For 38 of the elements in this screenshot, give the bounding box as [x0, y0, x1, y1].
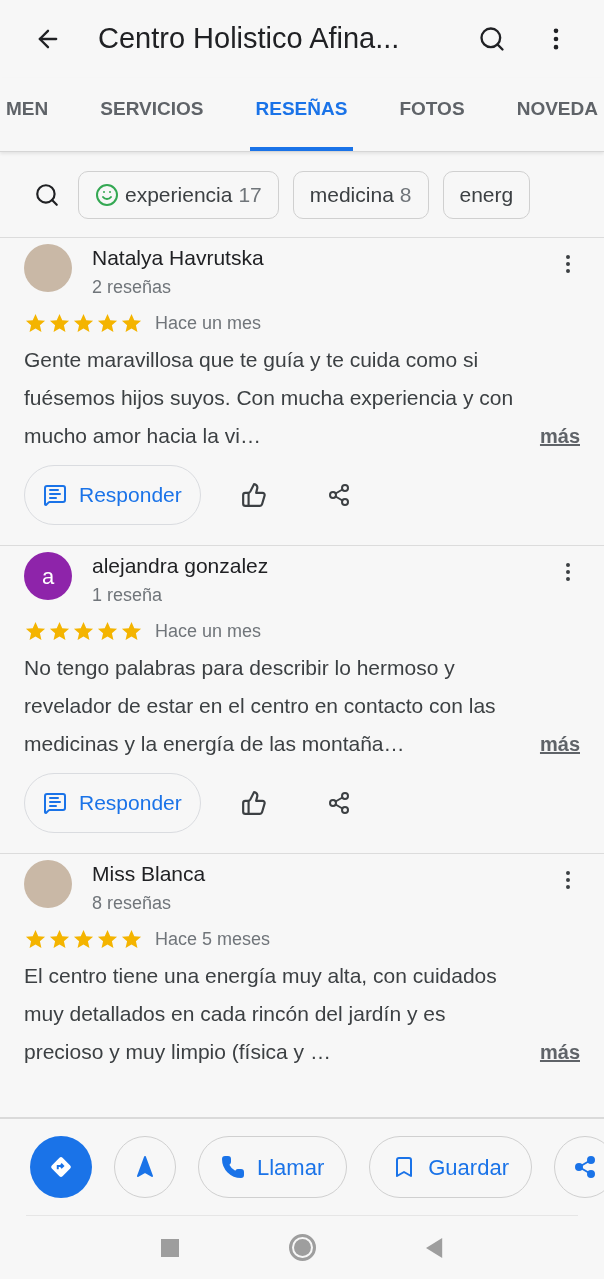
reply-icon [43, 791, 67, 815]
avatar-photo-placeholder [24, 244, 72, 292]
thumbs-up-icon[interactable] [240, 790, 267, 816]
tab[interactable]: SERVICIOS [94, 86, 210, 151]
search-icon[interactable] [34, 181, 60, 208]
review-count: 1 reseña [92, 584, 164, 607]
place-title: Centro Holistico Afina... [98, 21, 401, 57]
tab[interactable]: FOTOS [393, 86, 471, 151]
review-text: El centro tiene una energía muy alta, con cuidados muy detallados en cada rincón del jardín y es precioso y muy limpio (física y … [24, 963, 498, 1065]
tab[interactable]: NOVEDA [510, 86, 604, 151]
topic-chip[interactable]: energ [442, 170, 531, 219]
thumbs-up-icon[interactable] [240, 482, 267, 508]
phone-icon [221, 1155, 245, 1179]
more-link[interactable]: más [539, 1033, 580, 1071]
review-count: 8 reseñas [92, 892, 173, 915]
tab[interactable]: MEN [0, 86, 55, 151]
review-text: No tengo palabras para describir lo hermoso y revelador de estar en el centro en contacto con las medicinas y la energía de las montaña… [24, 655, 497, 757]
topic-chip[interactable]: medicina 8 [292, 170, 429, 219]
review-count: 2 reseñas [92, 276, 173, 299]
more-link[interactable]: más [539, 417, 580, 455]
share-icon[interactable] [326, 791, 351, 815]
review-time: Hace un mes [155, 312, 262, 335]
reply-icon [43, 483, 67, 507]
reviewer-name[interactable]: Natalya Havrutska [92, 244, 536, 272]
tab[interactable]: RESEÑAS [249, 86, 354, 151]
review-text: Gente maravillosa que te guía y te cuida como si fuésemos hijos suyos. Con mucha experiencia y con mucho amor hacia la vi… [24, 347, 515, 449]
topic-chip[interactable]: experiencia 17 [78, 170, 279, 219]
review-time: Hace un mes [155, 620, 262, 643]
more-link[interactable]: más [539, 725, 580, 763]
reviewer-name[interactable]: Miss Blanca [92, 860, 536, 888]
search-icon[interactable] [478, 25, 506, 53]
share-icon[interactable] [326, 483, 351, 507]
avatar: a [24, 552, 72, 600]
smiley-icon [95, 182, 119, 207]
review-time: Hace 5 meses [155, 928, 271, 951]
share-icon [572, 1155, 597, 1179]
avatar-photo-placeholder [24, 860, 72, 908]
reviewer-name[interactable]: alejandra gonzalez [92, 552, 536, 580]
